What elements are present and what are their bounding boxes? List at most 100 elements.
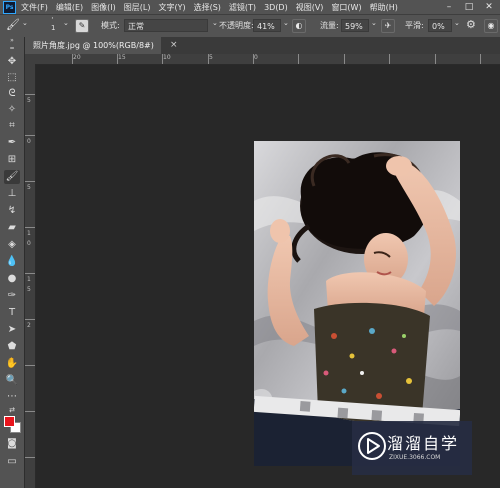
ruler-tick (117, 54, 118, 64)
close-tab-icon[interactable]: × (170, 37, 178, 54)
brush-tip-dot-icon[interactable]: · (51, 14, 54, 24)
menu-layer[interactable]: 图层(L) (124, 2, 151, 13)
history-brush-icon[interactable]: ↯ (4, 204, 20, 218)
ruler-tick (25, 273, 35, 274)
ruler-tick (25, 227, 35, 228)
ruler-number: 20 (73, 54, 81, 61)
horizontal-ruler[interactable]: 20 15 10 5 0 (35, 54, 500, 65)
brush-size-value: 1 (51, 24, 56, 32)
menu-edit[interactable]: 编辑(E) (56, 2, 83, 13)
chevron-down-icon[interactable]: ⌄ (371, 19, 377, 27)
menu-file[interactable]: 文件(F) (21, 2, 48, 13)
ruler-number: 1 (27, 230, 31, 237)
chevron-down-icon[interactable]: ⌄ (283, 19, 289, 27)
ruler-tick (208, 54, 209, 64)
close-window-button[interactable]: ✕ (480, 0, 498, 14)
ruler-number: 2 (27, 322, 31, 329)
ruler-number: 0 (254, 54, 258, 61)
ruler-number: 1 (27, 276, 31, 283)
watermark-title: 溜溜自学 (387, 434, 460, 453)
ruler-number: 5 (27, 286, 31, 293)
menu-help[interactable]: 帮助(H) (370, 2, 398, 13)
hand-icon[interactable]: ✋ (4, 357, 20, 371)
menu-window[interactable]: 窗口(W) (331, 2, 361, 13)
dodge-icon[interactable]: ● (4, 272, 20, 286)
menu-3d[interactable]: 3D(D) (264, 3, 288, 12)
document-image[interactable] (254, 141, 460, 466)
chevron-down-icon[interactable]: ⌄ (63, 19, 69, 27)
pressure-size-icon[interactable]: ◉ (484, 19, 498, 33)
eyedropper-icon[interactable]: ✒ (4, 136, 20, 150)
opacity-field[interactable]: 41% (253, 19, 281, 32)
play-logo-icon (358, 432, 386, 460)
shape-icon[interactable]: ⬟ (4, 340, 20, 354)
more-icon[interactable]: ⋯ (4, 390, 20, 404)
blur-icon[interactable]: 💧 (4, 255, 20, 269)
lasso-icon[interactable]: ᘓ (4, 87, 20, 101)
chevron-down-icon[interactable]: ⌄ (22, 19, 28, 27)
chevron-down-icon[interactable]: ⌄ (212, 19, 218, 27)
menu-type[interactable]: 文字(Y) (158, 2, 185, 13)
crop-icon[interactable]: ⌗ (4, 119, 20, 133)
foreground-color-swatch[interactable] (4, 416, 15, 427)
quick-mask-icon[interactable]: ◙ (4, 437, 20, 451)
path-select-icon[interactable]: ➤ (4, 323, 20, 337)
smoothing-field[interactable]: 0% (428, 19, 452, 32)
tools-panel: » ═ ✥ ⬚ ᘓ ✧ ⌗ ✒ ⊞ 🖌 ⊥ ↯ ▰ ◈ 💧 ● ✑ T ➤ ⬟ … (0, 37, 25, 488)
ruler-tick (435, 54, 436, 64)
ruler-tick (25, 135, 35, 136)
options-bar: 🖌 ⌄ · 1 ⌄ ✎ 模式: 正常 ⌄ 不透明度: 41% ⌄ ◐ 流量: 5… (0, 14, 500, 38)
ruler-tick (389, 54, 390, 64)
opacity-label: 不透明度: (219, 21, 254, 30)
document-tab[interactable]: 照片角度.jpg @ 100%(RGB/8#) (25, 37, 161, 54)
chevron-down-icon[interactable]: ⌄ (454, 19, 460, 27)
gear-icon[interactable]: ⚙ (466, 18, 476, 31)
ruler-tick (25, 457, 35, 458)
menu-image[interactable]: 图像(I) (91, 2, 116, 13)
move-icon[interactable]: ✥ (4, 55, 20, 69)
menu-filter[interactable]: 滤镜(T) (229, 2, 256, 13)
ruler-number: 5 (209, 54, 213, 61)
ruler-number: 5 (27, 97, 31, 104)
marquee-icon[interactable]: ⬚ (4, 71, 20, 85)
ruler-tick (72, 54, 73, 64)
pen-icon[interactable]: ✑ (4, 289, 20, 303)
smoothing-label: 平滑: (405, 21, 424, 30)
zoom-icon[interactable]: 🔍 (4, 374, 20, 388)
healing-icon[interactable]: ⊞ (4, 153, 20, 167)
document-tab-bar: 照片角度.jpg @ 100%(RGB/8#) × (25, 37, 500, 54)
airbrush-icon[interactable]: ✈ (381, 19, 395, 33)
menu-view[interactable]: 视图(V) (296, 2, 324, 13)
flow-label: 流量: (320, 21, 339, 30)
ruler-number: 10 (163, 54, 171, 61)
swap-colors-icon[interactable]: ⇄ (4, 403, 20, 417)
ruler-tick (25, 411, 35, 412)
screen-mode-icon[interactable]: ▭ (4, 455, 20, 469)
ruler-tick (25, 319, 35, 320)
watermark-logo: 溜溜自学 ZIXUE.3066.COM (352, 421, 472, 475)
photo-illustration (254, 141, 460, 466)
quick-select-icon[interactable]: ✧ (4, 103, 20, 117)
vertical-ruler[interactable]: 5 0 5 1 0 1 5 2 (25, 64, 36, 488)
brush-preset-icon[interactable]: 🖌 (6, 18, 20, 31)
ruler-tick (25, 94, 35, 95)
mode-label: 模式: (101, 21, 120, 30)
brush-panel-icon[interactable]: ✎ (75, 19, 89, 33)
stamp-icon[interactable]: ⊥ (4, 187, 20, 201)
eraser-icon[interactable]: ▰ (4, 221, 20, 235)
maximize-button[interactable]: □ (460, 0, 478, 14)
pressure-opacity-icon[interactable]: ◐ (292, 19, 306, 33)
mode-select[interactable]: 正常 (124, 19, 208, 32)
flow-field[interactable]: 59% (341, 19, 369, 32)
paint-bucket-icon[interactable]: ◈ (4, 238, 20, 252)
menu-bar: Ps 文件(F) 编辑(E) 图像(I) 图层(L) 文字(Y) 选择(S) 滤… (0, 0, 500, 14)
minimize-button[interactable]: – (440, 0, 458, 14)
ruler-tick (298, 54, 299, 64)
ruler-tick (480, 54, 481, 64)
brush-icon[interactable]: 🖌 (4, 170, 20, 184)
menu-select[interactable]: 选择(S) (194, 2, 221, 13)
type-icon[interactable]: T (4, 306, 20, 320)
ruler-tick (253, 54, 254, 64)
ruler-tick (162, 54, 163, 64)
ruler-tick (25, 365, 35, 366)
